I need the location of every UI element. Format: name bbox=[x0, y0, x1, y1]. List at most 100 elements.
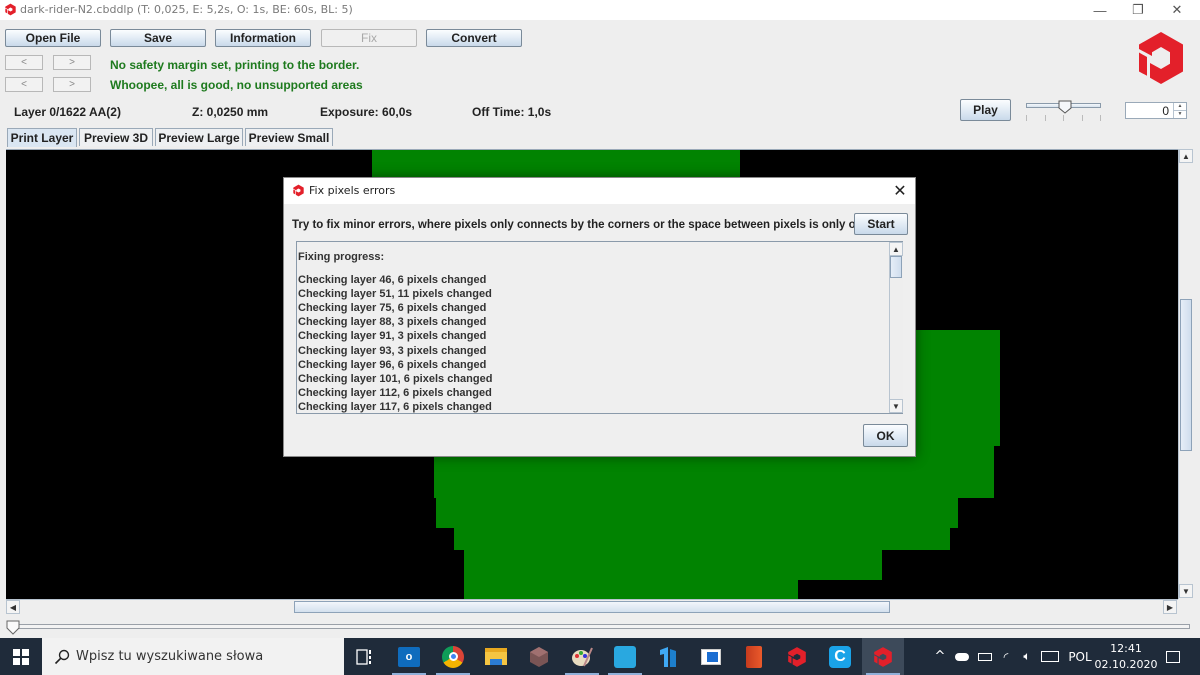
close-icon: ✕ bbox=[1171, 2, 1183, 17]
wifi-icon: ◜ bbox=[1003, 649, 1009, 664]
dialog-app-icon bbox=[293, 184, 304, 197]
speed-slider-thumb[interactable] bbox=[1058, 100, 1072, 114]
taskbar-app-paint[interactable] bbox=[561, 638, 603, 675]
tab-preview-large[interactable]: Preview Large bbox=[155, 128, 243, 146]
show-hidden-icons-button[interactable]: ^ bbox=[930, 638, 950, 675]
start-button[interactable] bbox=[0, 638, 42, 675]
taskbar-app-chrome[interactable] bbox=[432, 638, 474, 675]
horizontal-scrollbar[interactable]: ◀ ▶ bbox=[6, 599, 1178, 614]
office-icon bbox=[746, 645, 762, 668]
app-main: Open File Save Information Fix Convert <… bbox=[0, 20, 1200, 638]
vertical-scroll-thumb[interactable] bbox=[1180, 299, 1192, 451]
taskbar: Wpisz tu wyszukiwane słowa o C ^ ◜ 🔈︎ PO… bbox=[0, 638, 1200, 675]
speed-slider-ticks bbox=[1026, 115, 1101, 121]
open-file-button[interactable]: Open File bbox=[5, 29, 101, 47]
keyboard-icon bbox=[1041, 651, 1059, 662]
scroll-down-arrow-icon[interactable]: ▼ bbox=[889, 399, 903, 413]
tab-preview-3d[interactable]: Preview 3D bbox=[79, 128, 153, 146]
next-warning-button[interactable]: > bbox=[53, 55, 91, 70]
information-button[interactable]: Information bbox=[215, 29, 311, 47]
layer-spinner[interactable]: 0 ▲ ▼ bbox=[1125, 102, 1187, 119]
convert-button[interactable]: Convert bbox=[426, 29, 522, 47]
taskbar-app-outlook[interactable]: o bbox=[388, 638, 430, 675]
layer-slider-thumb[interactable] bbox=[6, 620, 20, 635]
taskbar-app-office[interactable] bbox=[733, 638, 775, 675]
prev-support-button[interactable]: < bbox=[5, 77, 43, 92]
log-line: Checking layer 91, 3 pixels changed bbox=[298, 330, 487, 343]
off-time-label: Off Time: 1,0s bbox=[472, 105, 552, 119]
log-scrollbar[interactable]: ▲ ▼ bbox=[889, 242, 903, 413]
tab-preview-small[interactable]: Preview Small bbox=[245, 128, 333, 146]
taskbar-app-c[interactable]: C bbox=[819, 638, 861, 675]
start-button[interactable]: Start bbox=[854, 213, 908, 235]
layer-shape-body bbox=[464, 550, 882, 580]
progress-log[interactable]: Fixing progress: Checking layer 46, 6 pi… bbox=[296, 241, 903, 414]
chitubox-icon bbox=[874, 646, 892, 667]
clock-time: 12:41 bbox=[1110, 641, 1142, 655]
brand-logo-icon bbox=[1139, 32, 1183, 84]
save-button[interactable]: Save bbox=[110, 29, 206, 47]
task-view-icon bbox=[356, 648, 371, 665]
window-titlebar: dark-rider-N2.cbddlp (T: 0,025, E: 5,2s,… bbox=[0, 0, 1200, 20]
cloud-icon bbox=[955, 652, 969, 661]
taskbar-app-chitubox-active[interactable] bbox=[862, 638, 904, 675]
taskbar-app-sketch[interactable] bbox=[604, 638, 646, 675]
log-line: Checking layer 101, 6 pixels changed bbox=[298, 372, 493, 385]
wifi-tray-icon[interactable]: ◜ bbox=[996, 638, 1016, 675]
taskbar-search[interactable]: Wpisz tu wyszukiwane słowa bbox=[42, 638, 344, 675]
fix-button[interactable]: Fix bbox=[321, 29, 417, 47]
battery-tray-icon[interactable] bbox=[974, 638, 996, 675]
language-indicator[interactable]: POL bbox=[1064, 638, 1096, 675]
dialog-close-button[interactable]: ✕ bbox=[889, 181, 911, 201]
log-line: Checking layer 112, 6 pixels changed bbox=[298, 386, 492, 399]
taskbar-app-3d[interactable] bbox=[518, 638, 560, 675]
taskbar-app-window[interactable] bbox=[690, 638, 732, 675]
scroll-up-arrow-icon[interactable]: ▲ bbox=[1179, 149, 1193, 163]
volume-tray-icon[interactable]: 🔈︎ bbox=[1016, 638, 1038, 675]
minimize-button[interactable]: — bbox=[1080, 0, 1120, 20]
tab-print-layer[interactable]: Print Layer bbox=[7, 128, 77, 147]
log-line: Checking layer 96, 6 pixels changed bbox=[298, 358, 487, 371]
window-title: dark-rider-N2.cbddlp (T: 0,025, E: 5,2s,… bbox=[20, 3, 353, 16]
speed-slider[interactable] bbox=[1025, 100, 1102, 124]
outlook-icon: o bbox=[398, 646, 420, 667]
z-height-label: Z: 0,0250 mm bbox=[192, 105, 269, 119]
clock[interactable]: 12:41 02.10.2020 bbox=[1095, 638, 1158, 675]
play-button[interactable]: Play bbox=[960, 99, 1011, 121]
close-button[interactable]: ✕ bbox=[1157, 0, 1197, 20]
spinner-down-button[interactable]: ▼ bbox=[1173, 110, 1186, 118]
chevron-up-icon: ^ bbox=[934, 649, 946, 664]
onedrive-tray-icon[interactable] bbox=[952, 638, 972, 675]
log-scroll-thumb[interactable] bbox=[890, 256, 902, 278]
prev-warning-button[interactable]: < bbox=[5, 55, 43, 70]
keyboard-tray-icon[interactable] bbox=[1040, 638, 1060, 675]
scroll-down-arrow-icon[interactable]: ▼ bbox=[1179, 584, 1193, 598]
exposure-label: Exposure: 60,0s bbox=[320, 105, 413, 119]
taskbar-app-chitubox[interactable] bbox=[776, 638, 818, 675]
task-view-button[interactable] bbox=[344, 638, 386, 675]
scroll-left-arrow-icon[interactable]: ◀ bbox=[6, 600, 20, 614]
horizontal-scroll-thumb[interactable] bbox=[294, 601, 890, 613]
next-support-button[interactable]: > bbox=[53, 77, 91, 92]
progress-log-text: Fixing progress: Checking layer 46, 6 pi… bbox=[298, 250, 492, 414]
scroll-right-arrow-icon[interactable]: ▶ bbox=[1163, 600, 1177, 614]
layer-shape-body bbox=[436, 498, 958, 528]
log-line: Checking layer 46, 6 pixels changed bbox=[298, 274, 487, 287]
speaker-icon: 🔈︎ bbox=[1023, 649, 1031, 663]
taskbar-app-file-explorer[interactable] bbox=[475, 638, 517, 675]
search-placeholder: Wpisz tu wyszukiwane słowa bbox=[76, 649, 264, 664]
layer-shape-body bbox=[454, 528, 950, 550]
layer-label: Layer 0/1622 AA(2) bbox=[14, 105, 121, 119]
vertical-scrollbar[interactable]: ▲ ▼ bbox=[1178, 149, 1193, 599]
scroll-up-arrow-icon[interactable]: ▲ bbox=[889, 242, 903, 256]
spinner-up-button[interactable]: ▲ bbox=[1173, 103, 1186, 110]
notification-icon bbox=[1166, 650, 1180, 663]
layer-slider[interactable] bbox=[6, 620, 1190, 636]
support-message: Whoopee, all is good, no unsupported are… bbox=[110, 78, 363, 92]
margin-message: No safety margin set, printing to the bo… bbox=[110, 58, 360, 72]
clock-date: 02.10.2020 bbox=[1094, 657, 1158, 671]
notifications-button[interactable] bbox=[1158, 638, 1188, 675]
maximize-button[interactable]: ❐ bbox=[1118, 0, 1158, 20]
ok-button[interactable]: OK bbox=[863, 424, 908, 447]
taskbar-app-finder[interactable] bbox=[647, 638, 689, 675]
